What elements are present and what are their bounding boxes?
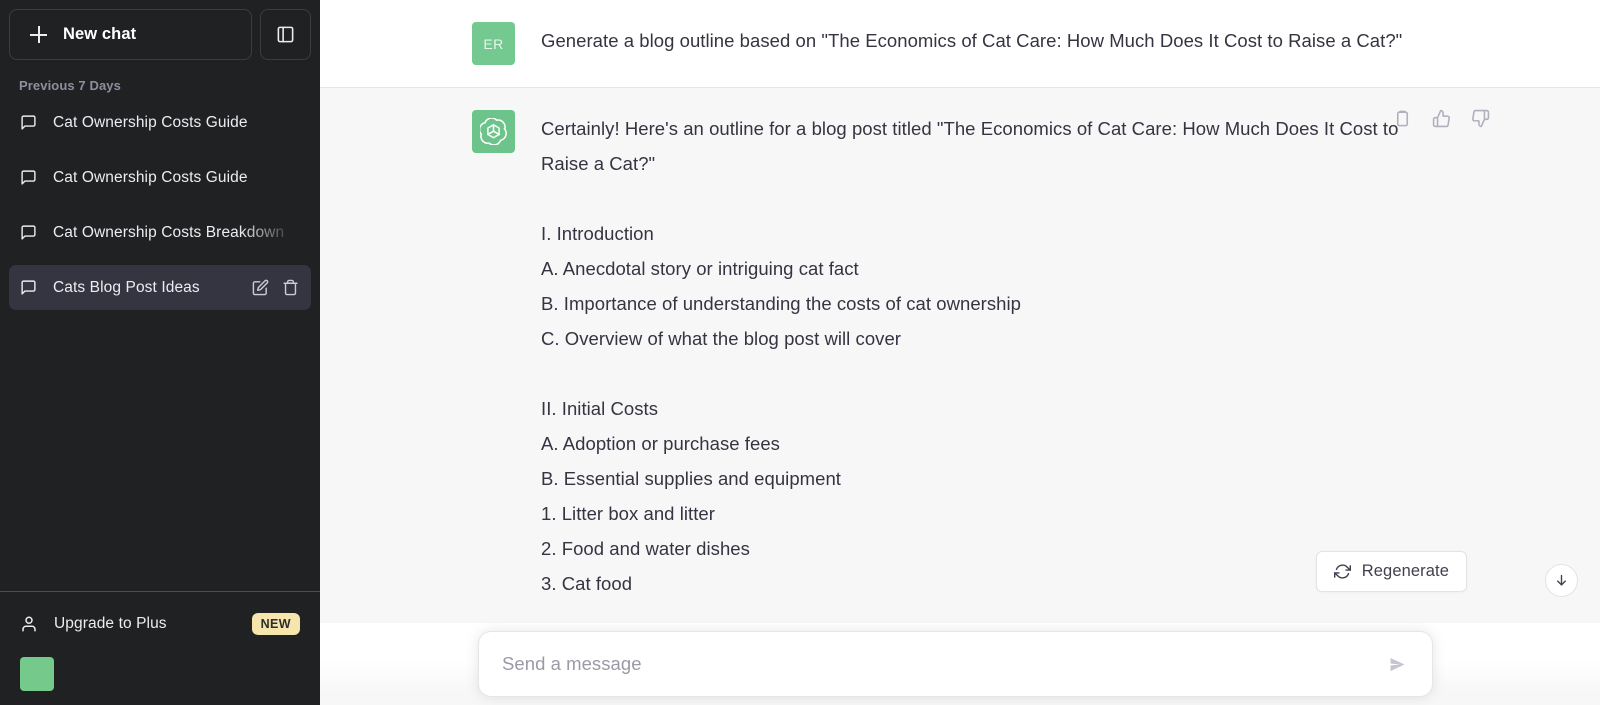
avatar-initials: ER — [483, 35, 504, 52]
chat-history-item-title: Cat Ownership Costs Guide — [53, 113, 248, 131]
main-content: ER Generate a blog outline based on "The… — [320, 0, 1600, 705]
copy-icon[interactable] — [1393, 109, 1412, 128]
chat-bubble-icon — [21, 115, 36, 130]
message-assistant-text: Certainly! Here's an outline for a blog … — [541, 110, 1420, 601]
message-action-buttons — [1393, 109, 1490, 128]
chat-history-item-2[interactable]: Cat Ownership Costs Guide — [9, 155, 311, 200]
composer-wrapper — [478, 631, 1433, 697]
refresh-icon — [1333, 564, 1351, 579]
avatar-assistant — [472, 110, 515, 153]
assistant-outline-section-two: II. Initial Costs A. Adoption or purchas… — [541, 398, 841, 594]
upgrade-to-plus-button[interactable]: Upgrade to Plus NEW — [9, 601, 311, 646]
assistant-outline-section-one: I. Introduction A. Anecdotal story or in… — [541, 223, 1022, 349]
assistant-intro-paragraph: Certainly! Here's an outline for a blog … — [541, 118, 1404, 174]
chat-history-item-title: Cat Ownership Costs Guide — [53, 168, 248, 186]
chat-bubble-icon — [21, 280, 36, 295]
chat-history-item-1[interactable]: Cat Ownership Costs Guide — [9, 100, 311, 145]
regenerate-button[interactable]: Regenerate — [1315, 551, 1467, 592]
pencil-icon[interactable] — [252, 279, 269, 296]
account-button[interactable] — [9, 651, 311, 696]
regenerate-label: Regenerate — [1361, 562, 1449, 580]
sidebar-panel-icon — [277, 26, 294, 43]
send-arrow-icon — [1390, 657, 1404, 671]
thumbs-down-icon[interactable] — [1471, 109, 1490, 128]
message-user-paragraph: Generate a blog outline based on "The Ec… — [541, 30, 1403, 51]
chat-item-actions — [252, 279, 299, 296]
chat-bubble-icon — [21, 225, 36, 240]
composer-area: Regenerate — [320, 551, 1600, 705]
scroll-to-bottom-button[interactable] — [1545, 564, 1578, 597]
openai-logo-icon — [480, 118, 507, 145]
message-user-text: Generate a blog outline based on "The Ec… — [541, 22, 1402, 65]
send-button[interactable] — [1384, 651, 1410, 677]
message-input[interactable] — [502, 653, 1384, 675]
message-composer[interactable] — [478, 631, 1433, 697]
chat-history-item-3[interactable]: Cat Ownership Costs Breakdown — [9, 210, 311, 255]
chatgpt-app: New chat Previous 7 Days Cat Ownership C… — [0, 0, 1600, 705]
conversation-thread: ER Generate a blog outline based on "The… — [320, 0, 1600, 705]
arrow-down-icon — [1557, 574, 1566, 586]
upgrade-label: Upgrade to Plus — [54, 614, 167, 632]
sidebar-toggle-button[interactable] — [260, 9, 311, 60]
plus-icon — [30, 26, 47, 43]
message-assistant: Certainly! Here's an outline for a blog … — [320, 87, 1600, 623]
chat-history-list: Cat Ownership Costs Guide Cat Ownership … — [0, 100, 320, 320]
new-chat-button[interactable]: New chat — [9, 9, 252, 60]
status-badge-new: NEW — [251, 612, 300, 635]
chat-history-item-title: Cats Blog Post Ideas — [53, 278, 200, 296]
avatar — [20, 656, 54, 691]
message-user: ER Generate a blog outline based on "The… — [320, 0, 1600, 87]
thumbs-up-icon[interactable] — [1432, 109, 1451, 128]
sidebar-footer: Upgrade to Plus NEW — [0, 591, 320, 705]
new-chat-label: New chat — [63, 25, 137, 43]
sidebar: New chat Previous 7 Days Cat Ownership C… — [0, 0, 320, 705]
person-icon — [22, 616, 36, 631]
sidebar-header: New chat — [0, 0, 320, 60]
chat-bubble-icon — [21, 170, 36, 185]
chat-history-item-title: Cat Ownership Costs Breakdown — [53, 223, 285, 241]
avatar-user: ER — [472, 22, 515, 65]
sidebar-section-label: Previous 7 Days — [19, 78, 121, 93]
trash-icon[interactable] — [282, 279, 299, 296]
chat-history-item-4-active[interactable]: Cats Blog Post Ideas — [9, 265, 311, 310]
